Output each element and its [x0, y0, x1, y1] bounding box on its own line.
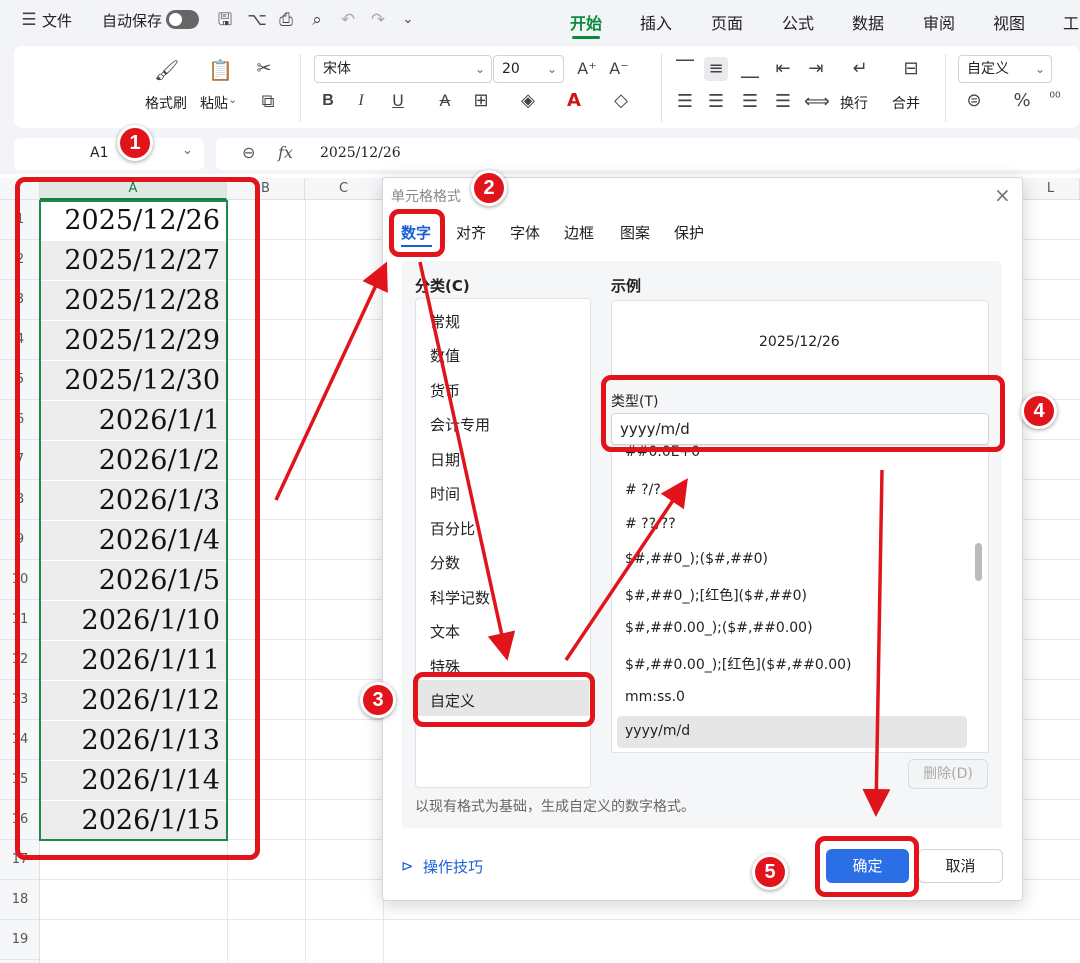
- arrow-4-to-5: [862, 469, 891, 817]
- step-badge-4: 4: [1021, 393, 1057, 429]
- arrow-2-to-3: [418, 261, 516, 661]
- step-badge-2: 2: [471, 170, 507, 206]
- arrow-3-to-4: [564, 478, 688, 661]
- step-badge-1: 1: [117, 125, 153, 161]
- annotation-arrows: [274, 261, 891, 817]
- step-badge-3: 3: [360, 682, 396, 718]
- arrow-1-to-2: [274, 261, 388, 501]
- step-badge-5: 5: [752, 854, 788, 890]
